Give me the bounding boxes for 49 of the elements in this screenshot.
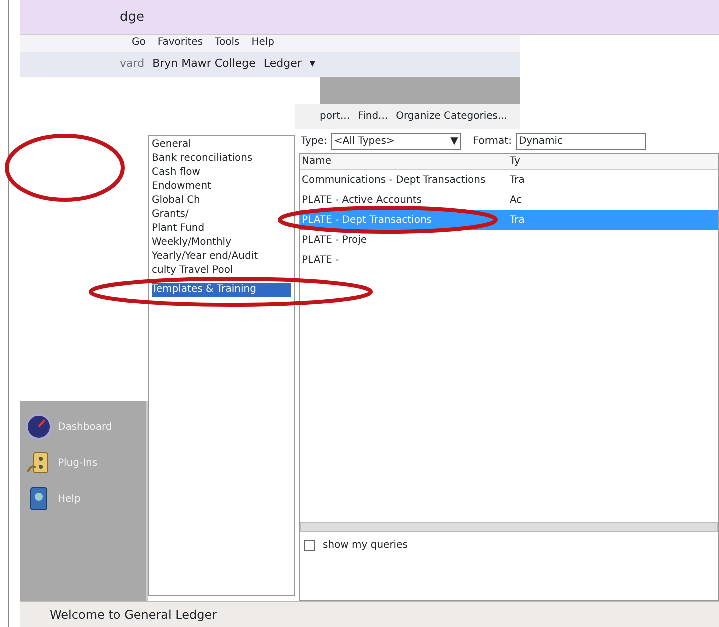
format-label: Format: [473, 134, 512, 148]
checkbox-label: show my queries [323, 539, 408, 553]
menu-item[interactable]: Help [252, 35, 274, 52]
table-cell-text: Ac [510, 194, 522, 208]
category-item[interactable]: Plant Fund [152, 222, 291, 236]
table-cell-text: Tra [510, 214, 525, 228]
dashboard-icon [26, 414, 52, 440]
category-item[interactable]: General [152, 138, 291, 152]
category-item[interactable]: Weekly/Monthly [152, 236, 291, 250]
category-item[interactable]: Yearly/Year end/Audit [152, 250, 291, 264]
breadcrumb-item[interactable]: Bryn Mawr College [152, 56, 256, 73]
breadcrumb-item[interactable]: Ledger [264, 56, 302, 73]
checkbox[interactable] [304, 540, 315, 551]
horizontal-scrollbar[interactable] [300, 522, 718, 532]
toolbar-button[interactable]: port... [320, 109, 350, 124]
menu-item[interactable]: Tools [215, 35, 240, 52]
category-item[interactable]: culty Travel Pool [152, 264, 291, 278]
query-row[interactable]: Communications - Dept Transactions Tra [300, 170, 718, 190]
category-item[interactable]: Global Ch [152, 194, 291, 208]
category-item[interactable]: Endowment [152, 180, 291, 194]
category-item[interactable]: Templates & Training [152, 283, 291, 297]
table-cell-text: PLATE - Dept Transactions [301, 214, 434, 228]
query-row[interactable]: PLATE - Proje [300, 230, 718, 250]
query-row[interactable]: PLATE - Active Accounts Ac [300, 190, 718, 210]
format-dropdown[interactable]: Dynamic [516, 132, 646, 150]
table-cell-text: Communications - Dept Transactions [301, 174, 487, 188]
column-header[interactable]: Name [300, 154, 510, 169]
menu-item[interactable]: Favorites [158, 35, 204, 52]
type-dropdown[interactable]: <All Types> ▼ [331, 132, 462, 150]
type-label: Type: [301, 134, 328, 148]
menu-item[interactable]: Go [132, 35, 146, 52]
query-row[interactable]: PLATE - [300, 250, 718, 270]
toolbar-button[interactable]: Find... [358, 109, 388, 124]
table-cell-text: Tra [510, 174, 525, 188]
navigation-label: Help [58, 492, 81, 506]
column-header[interactable]: Ty [510, 154, 520, 169]
back-button[interactable]: vard [120, 56, 145, 73]
table-cell-text: PLATE - Proje [301, 234, 368, 248]
navigation-label: Plug-Ins [58, 456, 98, 470]
category-item[interactable]: Cash flow [152, 166, 291, 180]
toolbar-button[interactable]: Organize Categories... [396, 109, 508, 124]
category-item[interactable]: Bank reconciliations [152, 152, 291, 166]
navigation-label: Dashboard [58, 420, 112, 434]
window-title: dge [120, 10, 145, 25]
table-cell-text: PLATE - Active Accounts [301, 194, 423, 208]
table-cell-text: PLATE - [301, 254, 340, 268]
status-bar: Welcome to General Ledger [20, 601, 719, 627]
category-item[interactable]: Grants/ [152, 208, 291, 222]
caret-icon[interactable]: ▾ [310, 56, 316, 73]
